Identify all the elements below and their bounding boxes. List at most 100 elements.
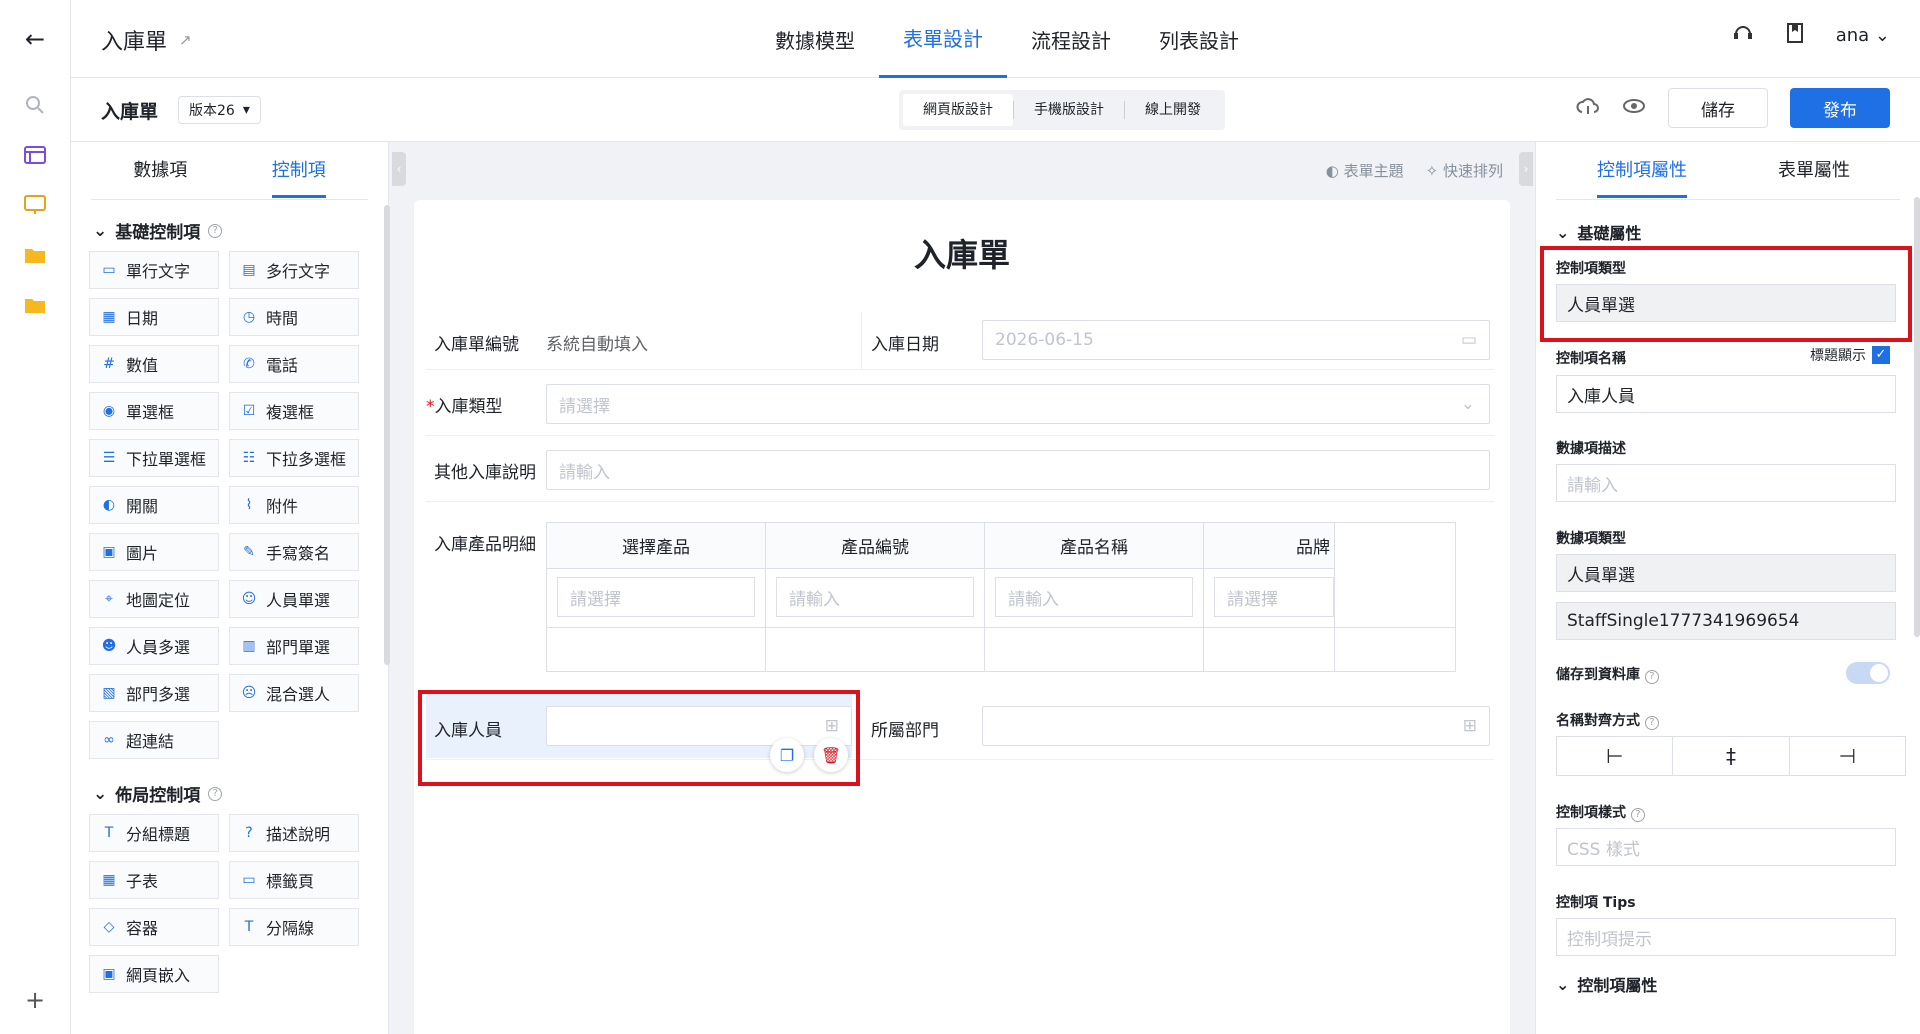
align-right-icon[interactable]: ⊣ [1790,737,1905,775]
mode-web[interactable]: 網頁版設計 [903,94,1013,126]
control-divider[interactable]: T 分隔線 [229,908,359,946]
style-text: 控制項樣式 [1556,805,1626,821]
right-scrollbar[interactable] [1914,197,1920,637]
date-input[interactable]: 2026-06-15 ▭ [982,320,1490,360]
publish-button[interactable]: 發布 [1790,88,1890,128]
table-icon: ▦ [102,872,116,888]
tab-data-model[interactable]: 數據模型 [751,0,879,78]
switch-icon: ◐ [102,497,116,513]
control-multi-line[interactable]: ▤ 多行文字 [229,251,359,289]
tab-form-design[interactable]: 表單設計 [879,0,1007,78]
form-row-1: 入庫單編號 系統自動填入 入庫日期 2026-06-15 ▭ [426,312,1494,370]
collapse-right-icon[interactable]: › [1519,152,1533,186]
tab-form-props[interactable]: 表單屬性 [1728,142,1900,199]
embed-icon: ▣ [102,966,116,982]
control-dropdown-single[interactable]: ☰ 下拉單選框 [89,439,219,477]
control-number[interactable]: # 數值 [89,345,219,383]
control-dropdown-multi[interactable]: ☷ 下拉多選框 [229,439,359,477]
title-show-checkbox[interactable]: 標題顯示 ✓ [1810,345,1890,365]
back-arrow-icon[interactable]: ← [20,24,50,54]
control-pen[interactable]: ✎ 手寫簽名 [229,533,359,571]
control-box[interactable]: ◇ 容器 [89,908,219,946]
mode-mobile[interactable]: 手機版設計 [1014,94,1124,126]
control-paperclip[interactable]: ⌇ 附件 [229,486,359,524]
dashboard-icon[interactable] [20,190,50,220]
cell-brand[interactable]: 請選擇 [1214,577,1334,617]
other-input[interactable]: 請輸入 [546,450,1490,490]
add-icon[interactable]: + [20,985,50,1015]
search-icon[interactable] [20,90,50,120]
folder-icon-2[interactable] [20,290,50,320]
tab-flow-design[interactable]: 流程設計 [1007,0,1135,78]
control-label: 容器 [126,919,159,938]
align-left-icon[interactable]: ⊢ [1557,737,1674,775]
form-list-icon[interactable] [20,140,50,170]
control-help[interactable]: ? 描述說明 [229,814,359,852]
cell-select-product[interactable]: 請選擇 [557,577,755,617]
tab-data-items[interactable]: 數據項 [91,142,230,199]
quick-arrange-label: 快速排列 [1442,162,1503,180]
control-mixed-user[interactable]: ☹ 混合選人 [229,674,359,712]
th-select-product: 選擇產品 [547,523,765,569]
form-row-3: 其他入庫說明 請輸入 [426,436,1494,502]
control-phone[interactable]: ✆ 電話 [229,345,359,383]
multi-line-icon: ▤ [242,262,256,278]
cloud-upload-icon[interactable] [1576,96,1600,120]
collapse-left-icon[interactable]: ‹ [392,152,406,186]
preview-eye-icon[interactable] [1622,97,1646,119]
left-scrollbar[interactable] [384,205,390,665]
control-title[interactable]: T 分組標題 [89,814,219,852]
tab-controls[interactable]: 控制項 [230,142,369,199]
basic-props-header[interactable]: ⌄ 基礎屬性 [1556,220,1920,244]
version-label: 版本26 [189,103,235,119]
dept-input[interactable]: ⊞ [982,706,1490,746]
tips-input[interactable]: 控制項提示 [1556,918,1896,956]
ctrl-name-input[interactable]: 入庫人員 [1556,375,1896,413]
control-table[interactable]: ▦ 子表 [89,861,219,899]
control-location[interactable]: ⌖ 地圖定位 [89,580,219,618]
ctrl-attr-header[interactable]: ⌄ 控制項屬性 [1556,972,1657,996]
cell-product-no[interactable]: 請輸入 [776,577,974,617]
tab-list-design[interactable]: 列表設計 [1135,0,1263,78]
required-mark: * [426,397,435,417]
external-link-icon[interactable]: ↗ [179,31,192,49]
quick-arrange-button[interactable]: ✧ 快速排列 [1426,160,1503,181]
date-label: 入庫日期 [871,335,939,355]
cell-product-name[interactable]: 請輸入 [995,577,1193,617]
support-icon[interactable] [1732,22,1754,49]
control-user[interactable]: ☺ 人員單選 [229,580,359,618]
control-tabs[interactable]: ▭ 標籤頁 [229,861,359,899]
control-radio[interactable]: ◉ 單選框 [89,392,219,430]
control-embed[interactable]: ▣ 網頁嵌入 [89,955,219,993]
user-menu[interactable]: ana ⌄ [1836,25,1890,46]
control-switch[interactable]: ◐ 開關 [89,486,219,524]
folder-icon[interactable] [20,240,50,270]
tab-control-props[interactable]: 控制項屬性 [1556,142,1728,199]
version-select[interactable]: 版本26 ▾ [178,96,261,124]
type-select[interactable]: 請選擇 ⌄ [546,384,1490,424]
control-departments[interactable]: ▧ 部門多選 [89,674,219,712]
form-theme-button[interactable]: ◐ 表單主題 [1326,160,1404,181]
control-label: 地圖定位 [126,591,191,610]
basic-controls-header[interactable]: ⌄ 基礎控制項? [93,218,388,243]
control-link[interactable]: ∞ 超連結 [89,721,219,759]
style-input[interactable]: CSS 樣式 [1556,828,1896,866]
control-users[interactable]: ☻ 人員多選 [89,627,219,665]
layout-controls-title: 佈局控制項 [115,786,201,806]
control-calendar[interactable]: ▦ 日期 [89,298,219,336]
control-clock[interactable]: ◷ 時間 [229,298,359,336]
tips-label: 控制項 Tips [1556,895,1636,911]
bookmark-icon[interactable] [1786,22,1804,49]
control-department[interactable]: ▥ 部門單選 [229,627,359,665]
top-tabs: 數據模型 表單設計 流程設計 列表設計 [751,0,1263,78]
desc-input[interactable]: 請輸入 [1556,464,1896,502]
save-db-toggle[interactable] [1846,662,1890,684]
align-center-icon[interactable]: ‡ [1673,737,1790,775]
control-checkbox[interactable]: ☑ 複選框 [229,392,359,430]
save-button[interactable]: 儲存 [1668,88,1768,128]
design-mode-switch: 網頁版設計 手機版設計 線上開發 [899,90,1225,130]
control-single-line[interactable]: ▭ 單行文字 [89,251,219,289]
control-image[interactable]: ▣ 圖片 [89,533,219,571]
mode-online-dev[interactable]: 線上開發 [1125,94,1221,126]
layout-controls-header[interactable]: ⌄ 佈局控制項? [93,781,388,806]
